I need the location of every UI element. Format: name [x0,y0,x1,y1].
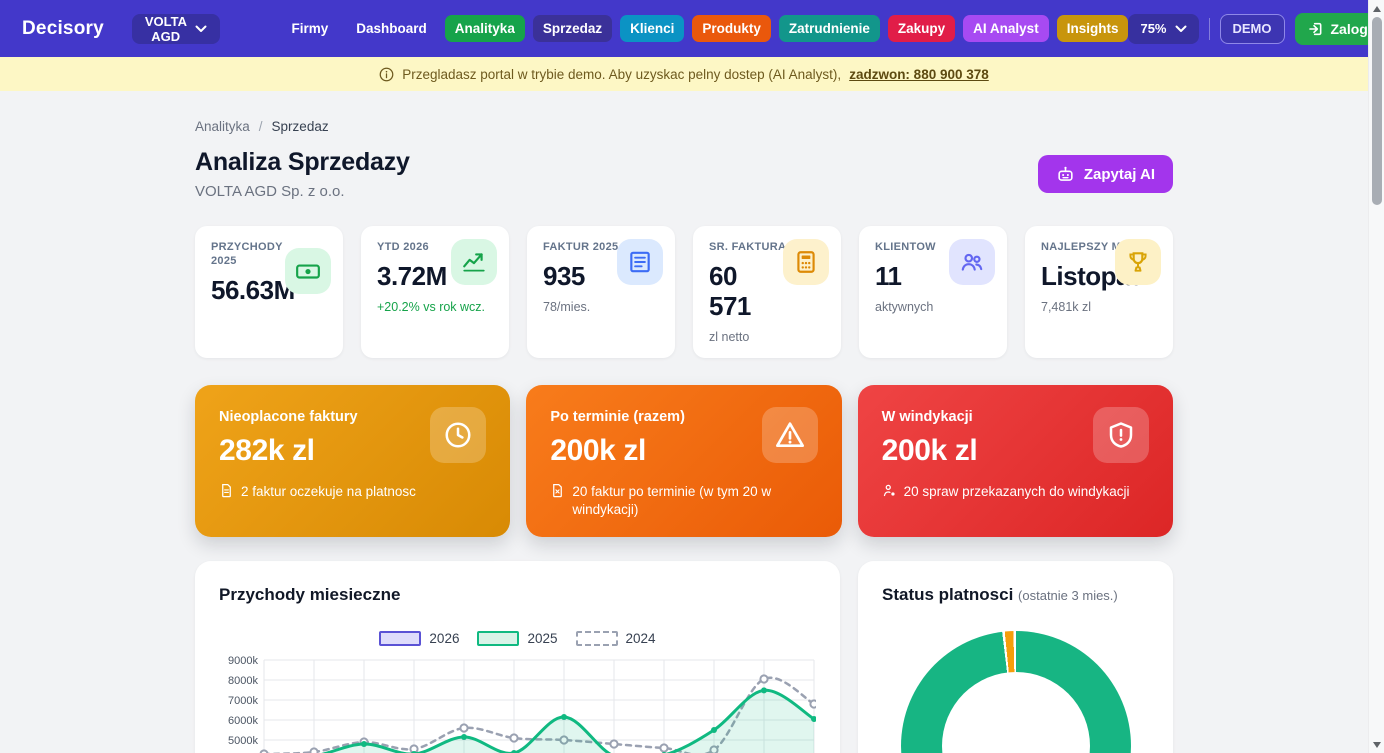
trophy-icon [1115,239,1161,285]
revenue-line-chart: 9000k8000k7000k6000k5000k4000k3000kStyLu… [219,650,816,753]
breadcrumb-current: Sprzedaz [272,119,329,134]
document-icon [219,483,234,498]
zoom-level-value: 75% [1140,21,1166,36]
top-navbar: Decisory VOLTA AGD Firmy Dashboard Anali… [0,0,1368,57]
nav-item-ai-analyst[interactable]: AI Analyst [963,15,1049,42]
nav-item-firmy[interactable]: Firmy [282,15,339,42]
payment-status-donut [901,631,1131,753]
nav-item-zatrudnienie[interactable]: Zatrudnienie [779,15,880,42]
legend-item-2025[interactable]: 2025 [477,631,557,646]
svg-text:6000k: 6000k [228,715,258,727]
navbar-right-cluster: 75% DEMO Zaloguj [1128,13,1384,45]
alert-note-text: 20 spraw przekazanych do windykacji [904,483,1130,501]
company-selector-label: VOLTA AGD [145,14,187,44]
company-selector[interactable]: VOLTA AGD [132,14,220,44]
scroll-up-arrow[interactable] [1369,1,1384,16]
breadcrumb-parent[interactable]: Analityka [195,119,250,134]
page-subtitle: VOLTA AGD Sp. z o.o. [195,181,410,202]
kpi-sub: 7,481k zl [1041,300,1159,314]
nav-item-produkty[interactable]: Produkty [692,15,771,42]
revenue-chart-card: Przychody miesieczne 2026 2025 2024 9000k 8… [195,561,840,753]
breadcrumb: Analityka / Sprzedaz [195,119,1173,134]
legend-label: 2026 [429,631,459,646]
legend-swatch [477,631,519,646]
alert-card-nieoplacone: Nieoplacone faktury 282k zl 2 faktur ocz… [195,385,510,537]
kpi-card-klientow: KLIENTOW 11 aktywnych [859,226,1007,358]
kpi-card-srednia-faktura: SR. FAKTURA 60 571 zl netto [693,226,841,358]
kpi-sub: zl netto [709,330,827,344]
legend-item-2024[interactable]: 2024 [576,631,656,646]
legend-item-2026[interactable]: 2026 [379,631,459,646]
demo-banner-text: Przegladasz portal w trybie demo. Aby uz… [402,67,841,82]
legend-swatch [379,631,421,646]
kpi-value: 60 571 [709,261,773,321]
shield-alert-icon [1093,407,1149,463]
nav-item-insights[interactable]: Insights [1057,15,1129,42]
donut-title: Status platnosci [882,585,1013,604]
app-logo: Decisory [22,18,104,40]
svg-text:7000k: 7000k [228,695,258,707]
warning-triangle-icon [762,407,818,463]
chart-title: Przychody miesieczne [219,585,816,605]
legend-label: 2024 [626,631,656,646]
nav-item-sprzedaz[interactable]: Sprzedaz [533,15,612,42]
kpi-card-ytd: YTD 2026 3.72M +20.2% vs rok wcz. [361,226,509,358]
donut-subtitle: (ostatnie 3 mies.) [1018,588,1118,603]
alert-note-text: 20 faktur po terminie (w tym 20 w windyk… [572,483,811,519]
scrollbar-thumb[interactable] [1372,17,1382,205]
zoom-level-select[interactable]: 75% [1128,14,1198,44]
alert-card-po-terminie: Po terminie (razem) 200k zl 20 faktur po… [526,385,841,537]
trending-up-icon [451,239,497,285]
legend-label: 2025 [527,631,557,646]
scroll-down-arrow[interactable] [1369,737,1384,752]
kpi-card-najlepszy-miesiac: NAJLEPSZY MIES. Listopad 7,481k zl [1025,226,1173,358]
kpi-card-faktur: FAKTUR 2025 935 78/mies. [527,226,675,358]
demo-banner: Przegladasz portal w trybie demo. Aby uz… [0,57,1368,91]
invoice-icon [617,239,663,285]
nav-item-zakupy[interactable]: Zakupy [888,15,955,42]
info-icon [379,67,394,82]
alert-card-windykacja: W windykacji 200k zl 20 spraw przekazany… [858,385,1173,537]
kpi-sub: aktywnych [875,300,993,314]
kpi-row: PRZYCHODY 2025 56.63M YTD 2026 3.72M +20… [195,226,1173,358]
ask-ai-button[interactable]: Zapytaj AI [1038,155,1173,193]
kpi-label: PRZYCHODY 2025 [211,240,293,268]
breadcrumb-separator: / [259,119,263,134]
nav-item-dashboard[interactable]: Dashboard [346,15,437,42]
users-icon [949,239,995,285]
document-x-icon [550,483,565,498]
payment-status-card: Status platnosci (ostatnie 3 mies.) [858,561,1173,753]
kpi-sub: +20.2% vs rok wcz. [377,300,495,314]
login-icon [1308,21,1324,37]
main-content: Analityka / Sprzedaz Analiza Sprzedazy V… [0,91,1368,753]
alerts-row: Nieoplacone faktury 282k zl 2 faktur ocz… [195,385,1173,537]
navbar-divider [1209,18,1210,40]
demo-badge: DEMO [1220,14,1285,44]
svg-text:8000k: 8000k [228,675,258,687]
nav-item-klienci[interactable]: Klienci [620,15,684,42]
alert-note-text: 2 faktur oczekuje na platnosc [241,483,416,501]
kpi-sub: 78/mies. [543,300,661,314]
page-title: Analiza Sprzedazy [195,146,410,178]
demo-banner-phone-link[interactable]: zadzwon: 880 900 378 [849,67,989,82]
banknote-icon [285,248,331,294]
chevron-down-icon [1175,25,1187,33]
nav-item-analityka[interactable]: Analityka [445,15,525,42]
clock-icon [430,407,486,463]
robot-icon [1056,165,1075,184]
kpi-card-przychody: PRZYCHODY 2025 56.63M [195,226,343,358]
svg-text:5000k: 5000k [228,735,258,747]
calculator-icon [783,239,829,285]
ask-ai-label: Zapytaj AI [1084,166,1155,183]
svg-text:9000k: 9000k [228,655,258,667]
nav-menu: Firmy Dashboard Analityka Sprzedaz Klien… [282,15,1129,42]
legend-swatch [576,631,618,646]
chevron-down-icon [195,25,207,33]
chart-legend: 2026 2025 2024 [219,631,816,646]
person-gear-icon [882,483,897,498]
vertical-scrollbar [1368,0,1384,753]
